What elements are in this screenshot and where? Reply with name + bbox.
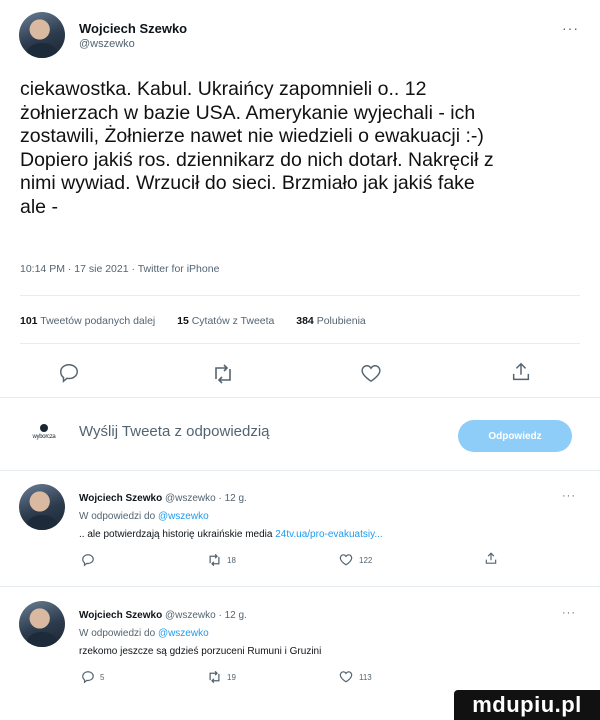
- reply-handle-time[interactable]: @wszewko · 12 g.: [165, 610, 247, 621]
- retweet-icon[interactable]: [211, 363, 235, 385]
- reply-handle-time[interactable]: @wszewko · 12 g.: [165, 493, 247, 504]
- quotes-label[interactable]: Cytatów z Tweeta: [192, 315, 275, 327]
- replying-handle[interactable]: @wszewko: [158, 628, 209, 639]
- reply-icon[interactable]: [81, 670, 95, 684]
- reply-input[interactable]: Wyślij Tweeta z odpowiedzią: [79, 423, 270, 440]
- reply-icon[interactable]: [58, 362, 80, 384]
- share-icon[interactable]: [484, 551, 498, 566]
- reply-button[interactable]: Odpowiedz: [458, 420, 572, 452]
- reply-text-body: .. ale potwierdzają historię ukraińskie …: [79, 529, 273, 540]
- divider: [0, 586, 600, 587]
- retweet-icon[interactable]: [207, 553, 222, 567]
- more-options-icon[interactable]: ···: [562, 20, 579, 36]
- replying-prefix: W odpowiedzi do: [79, 628, 156, 639]
- author-avatar[interactable]: [19, 12, 65, 58]
- divider: [0, 397, 600, 398]
- current-user-avatar[interactable]: wyborcza: [22, 415, 66, 449]
- retweets-label[interactable]: Tweetów podanych dalej: [40, 315, 155, 327]
- author-name[interactable]: Wojciech Szewko: [79, 21, 187, 36]
- reply-count: 5: [100, 673, 105, 682]
- divider: [20, 295, 580, 296]
- retweets-count[interactable]: 101: [20, 315, 38, 327]
- reply-header: Wojciech Szewko @wszewko · 12 g.: [79, 610, 247, 621]
- divider: [20, 343, 580, 344]
- like-icon[interactable]: [360, 363, 382, 383]
- likes-label[interactable]: Polubienia: [317, 315, 366, 327]
- site-watermark: mdupiu.pl: [454, 690, 600, 720]
- reply-text: .. ale potwierdzają historię ukraińskie …: [79, 529, 383, 540]
- reply-link[interactable]: 24tv.ua/pro-evakuatsiy...: [275, 529, 382, 540]
- reply-author-name[interactable]: Wojciech Szewko: [79, 610, 162, 621]
- tweet-timestamp[interactable]: 10:14 PM · 17 sie 2021 · Twitter for iPh…: [20, 263, 219, 275]
- share-icon[interactable]: [510, 360, 532, 384]
- like-icon[interactable]: [339, 553, 353, 566]
- reply-text: rzekomo jeszcze są gdzieś porzuceni Rumu…: [79, 646, 321, 657]
- replying-to: W odpowiedzi do @wszewko: [79, 511, 209, 522]
- replying-prefix: W odpowiedzi do: [79, 511, 156, 522]
- reply-author-avatar[interactable]: [19, 601, 65, 647]
- replying-handle[interactable]: @wszewko: [158, 511, 209, 522]
- divider: [0, 470, 600, 471]
- retweet-count: 18: [227, 556, 236, 565]
- like-count: 122: [359, 556, 373, 565]
- reply-author-name[interactable]: Wojciech Szewko: [79, 493, 162, 504]
- reply-header: Wojciech Szewko @wszewko · 12 g.: [79, 493, 247, 504]
- reply-icon[interactable]: [81, 553, 95, 567]
- tweet-text: ciekawostka. Kabul. Ukraińcy zapomnieli …: [20, 78, 494, 218]
- like-count: 113: [359, 673, 372, 682]
- quotes-count[interactable]: 15: [177, 315, 189, 327]
- reply-more-icon[interactable]: ···: [562, 607, 576, 619]
- replying-to: W odpowiedzi do @wszewko: [79, 628, 209, 639]
- avatar-label: wyborcza: [32, 434, 56, 440]
- tweet-stats: 101 Tweetów podanych dalej 15 Cytatów z …: [20, 315, 366, 327]
- reply-text-body: rzekomo jeszcze są gdzieś porzuceni Rumu…: [79, 646, 322, 657]
- likes-count[interactable]: 384: [296, 315, 314, 327]
- reply-author-avatar[interactable]: [19, 484, 65, 530]
- retweet-icon[interactable]: [207, 670, 222, 684]
- retweet-count: 19: [227, 673, 236, 682]
- like-icon[interactable]: [339, 670, 353, 683]
- reply-more-icon[interactable]: ···: [562, 490, 576, 502]
- avatar-dot: [40, 424, 48, 432]
- author-handle[interactable]: @wszewko: [79, 38, 135, 50]
